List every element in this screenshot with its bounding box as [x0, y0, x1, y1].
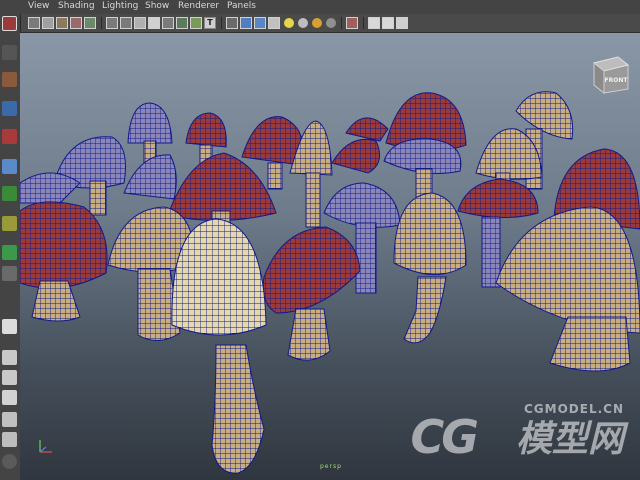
mushroom[interactable] [171, 218, 267, 474]
mushroom[interactable] [331, 117, 389, 174]
mushroom[interactable] [20, 172, 81, 204]
safe-action-icon[interactable] [176, 17, 188, 29]
grid-icon[interactable] [106, 17, 118, 29]
wireframe-on-shaded-icon[interactable] [254, 17, 266, 29]
layout-custom-icon[interactable] [2, 454, 17, 469]
layout-outliner-icon[interactable] [2, 390, 17, 405]
soft-mod-icon[interactable] [2, 216, 17, 231]
menu-bar: View Shading Lighting Show Renderer Pane… [0, 0, 640, 14]
paint-icon[interactable] [2, 72, 17, 87]
safe-title-icon[interactable] [190, 17, 202, 29]
text-overlay-icon[interactable]: T [204, 17, 216, 29]
toolbar-separator [101, 17, 102, 29]
mushroom[interactable] [495, 206, 640, 372]
camera-attributes-icon[interactable] [28, 17, 40, 29]
mushroom[interactable] [123, 154, 177, 200]
layout-graph-icon[interactable] [2, 412, 17, 427]
shadows-icon[interactable] [312, 18, 322, 28]
show-manipulator-icon[interactable] [2, 245, 17, 260]
mushroom[interactable] [20, 201, 108, 322]
manipulator-icon[interactable] [2, 186, 17, 201]
all-lights-icon[interactable] [298, 18, 308, 28]
film-gate-icon[interactable] [120, 17, 132, 29]
menu-view[interactable]: View [28, 1, 49, 11]
move-icon[interactable] [2, 101, 17, 116]
xray-joints-icon[interactable] [382, 17, 394, 29]
gate-mask-icon[interactable] [148, 17, 160, 29]
xray-icon[interactable] [368, 17, 380, 29]
layout-hypershade-icon[interactable] [2, 432, 17, 447]
menu-shading[interactable]: Shading [58, 1, 95, 11]
isolate-select-icon[interactable] [346, 17, 358, 29]
menu-show[interactable]: Show [145, 1, 169, 11]
select-icon[interactable] [2, 16, 17, 31]
watermark-brand: 模型网 [515, 419, 624, 460]
toolbar-separator [221, 17, 222, 29]
view-cube[interactable]: FRONT [588, 49, 634, 95]
camera-label: persp [320, 463, 342, 470]
last-tool-icon[interactable] [2, 266, 17, 281]
textured-icon[interactable] [268, 17, 280, 29]
wireframe-icon[interactable] [226, 17, 238, 29]
image-plane-icon[interactable] [56, 17, 68, 29]
perspective-viewport[interactable]: FRONT persp CGMODEL.CN CG 模型网 [20, 33, 640, 480]
use-default-light-icon[interactable] [284, 18, 294, 28]
layout-single-icon[interactable] [2, 319, 17, 334]
toolbar-separator [363, 17, 364, 29]
menu-panels[interactable]: Panels [227, 1, 256, 11]
watermark-logo: CG [410, 410, 478, 464]
grease-pencil-icon[interactable] [84, 17, 96, 29]
smooth-shade-icon[interactable] [240, 17, 252, 29]
scale-icon[interactable] [2, 159, 17, 174]
lasso-icon[interactable] [2, 45, 17, 60]
mushroom[interactable] [383, 92, 467, 200]
resolution-gate-icon[interactable] [134, 17, 146, 29]
menu-lighting[interactable]: Lighting [102, 1, 138, 11]
axis-indicator [39, 440, 52, 453]
two-d-pan-icon[interactable] [70, 17, 82, 29]
mushroom[interactable] [262, 226, 361, 361]
view-cube-face-label: FRONT [605, 77, 629, 84]
field-chart-icon[interactable] [162, 17, 174, 29]
ambient-occlusion-icon[interactable] [326, 18, 336, 28]
tool-box [0, 14, 21, 480]
bookmark-icon[interactable] [42, 17, 54, 29]
toolbar-separator [341, 17, 342, 29]
xray-components-icon[interactable] [396, 17, 408, 29]
layout-four-icon[interactable] [2, 350, 17, 365]
menu-renderer[interactable]: Renderer [178, 1, 219, 11]
viewport-toolbar: T [20, 14, 640, 33]
mushroom[interactable] [393, 192, 467, 344]
rotate-icon[interactable] [2, 129, 17, 144]
layout-persp-icon[interactable] [2, 370, 17, 385]
